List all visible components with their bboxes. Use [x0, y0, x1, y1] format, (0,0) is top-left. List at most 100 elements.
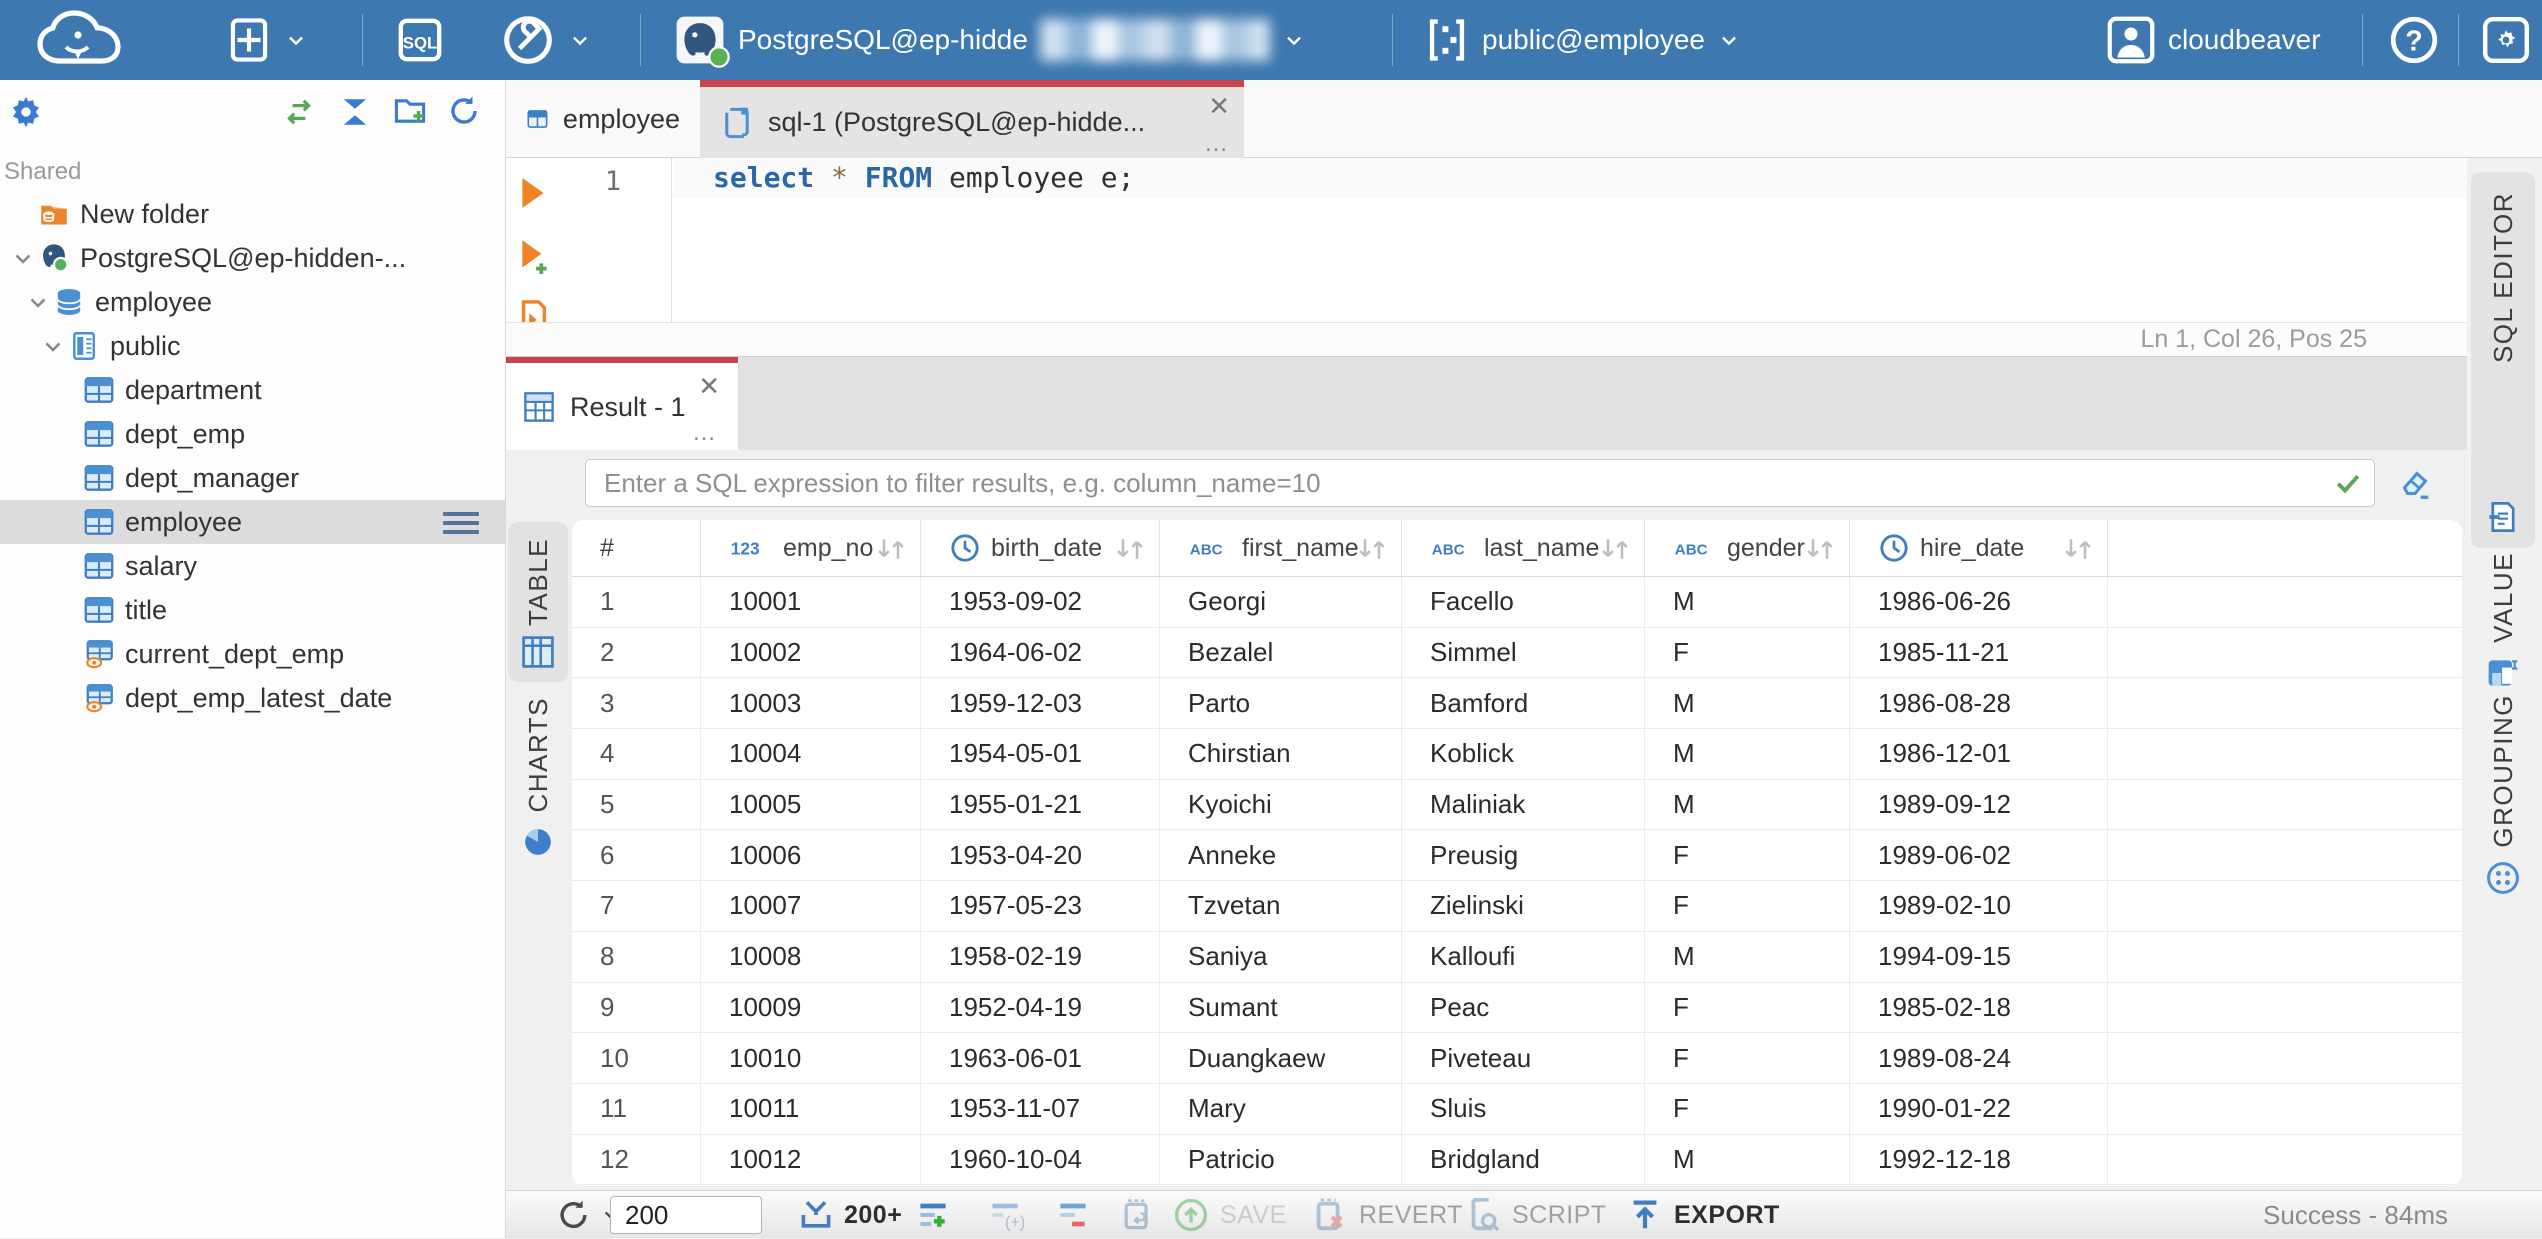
data-cell[interactable]: Zielinski: [1402, 881, 1645, 931]
duplicate-row-button[interactable]: (+): [986, 1191, 1024, 1239]
column-header-first_name[interactable]: ABC first_name: [1160, 520, 1402, 576]
data-cell[interactable]: Bamford: [1402, 678, 1645, 729]
data-cell[interactable]: Piveteau: [1402, 1033, 1645, 1083]
data-cell[interactable]: F: [1645, 982, 1850, 1033]
tab-grouping-panel[interactable]: GROUPING: [2471, 694, 2535, 896]
data-cell[interactable]: M: [1645, 577, 1850, 627]
data-cell[interactable]: 10006: [701, 830, 921, 881]
save-button[interactable]: SAVE: [1172, 1191, 1287, 1239]
sort-arrows-icon[interactable]: [1598, 535, 1632, 563]
chevron-down-icon[interactable]: [38, 333, 68, 359]
data-cell[interactable]: M: [1645, 729, 1850, 779]
row-number-cell[interactable]: 4: [572, 729, 701, 779]
data-cell[interactable]: 1989-06-02: [1850, 830, 2108, 881]
refresh-tree-icon[interactable]: [446, 94, 482, 128]
data-cell[interactable]: 1986-08-28: [1850, 678, 2108, 729]
data-cell[interactable]: 1958-02-19: [921, 931, 1160, 982]
data-cell[interactable]: Tzvetan: [1160, 881, 1402, 931]
data-cell[interactable]: 1986-06-26: [1850, 577, 2108, 627]
data-cell[interactable]: Saniya: [1160, 931, 1402, 982]
data-cell[interactable]: Chirstian: [1160, 729, 1402, 779]
sync-connection-icon[interactable]: [282, 96, 316, 128]
row-number-cell[interactable]: 6: [572, 830, 701, 881]
table-row[interactable]: 1 10001 1953-09-02 Georgi Facello M 1986-06-26: [572, 577, 2462, 628]
schema-selector[interactable]: public@employee: [1424, 0, 1741, 80]
script-button[interactable]: SCRIPT: [1464, 1191, 1607, 1239]
data-cell[interactable]: 1953-11-07: [921, 1083, 1160, 1134]
tree-item-public[interactable]: public: [0, 324, 505, 368]
apply-filter-check-icon[interactable]: [2322, 468, 2374, 498]
tree-item-dept-emp-latest-date[interactable]: dept_emp_latest_date: [0, 676, 505, 720]
tree-item-department[interactable]: department: [0, 368, 505, 412]
data-cell[interactable]: M: [1645, 1134, 1850, 1185]
data-cell[interactable]: Simmel: [1402, 627, 1645, 678]
data-cell[interactable]: Bezalel: [1160, 627, 1402, 678]
row-limit-input[interactable]: [610, 1196, 762, 1234]
row-number-cell[interactable]: 10: [572, 1033, 701, 1083]
tab-sql-editor-panel[interactable]: SQL EDITOR: [2471, 172, 2535, 548]
sort-arrows-icon[interactable]: [1113, 535, 1147, 563]
chevron-down-icon[interactable]: [8, 245, 38, 271]
row-number-cell[interactable]: 9: [572, 982, 701, 1033]
data-cell[interactable]: Duangkaew: [1160, 1033, 1402, 1083]
chevron-down-icon[interactable]: [23, 289, 53, 315]
execute-new-tab-icon[interactable]: [518, 238, 552, 276]
data-cell[interactable]: Facello: [1402, 577, 1645, 627]
collapse-all-icon[interactable]: [338, 96, 372, 128]
code-line-1[interactable]: select * FROM employee e;: [673, 158, 2467, 198]
tree-item-salary[interactable]: salary: [0, 544, 505, 588]
data-cell[interactable]: M: [1645, 931, 1850, 982]
row-number-cell[interactable]: 5: [572, 779, 701, 830]
row-number-cell[interactable]: 12: [572, 1134, 701, 1185]
data-cell[interactable]: 1990-01-22: [1850, 1083, 2108, 1134]
clear-filter-eraser-icon[interactable]: [2396, 464, 2434, 502]
table-row[interactable]: 2 10002 1964-06-02 Bezalel Simmel F 1985-11-21: [572, 627, 2462, 679]
data-cell[interactable]: 10007: [701, 881, 921, 931]
item-actions-menu-icon[interactable]: [443, 512, 479, 539]
row-number-cell[interactable]: 7: [572, 881, 701, 931]
data-cell[interactable]: 10010: [701, 1033, 921, 1083]
data-cell[interactable]: Sumant: [1160, 982, 1402, 1033]
connection-selector[interactable]: PostgreSQL@ep-hidde: [674, 0, 1306, 80]
data-cell[interactable]: M: [1645, 678, 1850, 729]
table-row[interactable]: 9 10009 1952-04-19 Sumant Peac F 1985-02-18: [572, 982, 2462, 1034]
data-cell[interactable]: 10002: [701, 627, 921, 678]
data-cell[interactable]: Kalloufi: [1402, 931, 1645, 982]
tree-item-title[interactable]: title: [0, 588, 505, 632]
execute-query-icon[interactable]: [518, 176, 548, 210]
data-cell[interactable]: F: [1645, 1083, 1850, 1134]
data-cell[interactable]: F: [1645, 881, 1850, 931]
tab-value-panel[interactable]: VALUE: [2471, 552, 2535, 691]
data-cell[interactable]: 1959-12-03: [921, 678, 1160, 729]
sidebar-settings-gear-icon[interactable]: [8, 94, 44, 130]
data-cell[interactable]: 1960-10-04: [921, 1134, 1160, 1185]
data-cell[interactable]: Anneke: [1160, 830, 1402, 881]
table-row[interactable]: 7 10007 1957-05-23 Tzvetan Zielinski F 1989-02…: [572, 881, 2462, 932]
data-cell[interactable]: 1985-11-21: [1850, 627, 2108, 678]
data-cell[interactable]: 1986-12-01: [1850, 729, 2108, 779]
data-cell[interactable]: F: [1645, 830, 1850, 881]
sort-arrows-icon[interactable]: [1355, 535, 1389, 563]
column-header-birth_date[interactable]: birth_date: [921, 520, 1160, 576]
table-row[interactable]: 4 10004 1954-05-01 Chirstian Koblick M 1986-12…: [572, 729, 2462, 780]
column-header-hire_date[interactable]: hire_date: [1850, 520, 2108, 576]
data-cell[interactable]: F: [1645, 627, 1850, 678]
tree-item-employee[interactable]: employee: [0, 500, 505, 544]
data-cell[interactable]: 1989-08-24: [1850, 1033, 2108, 1083]
new-folder-icon[interactable]: [392, 94, 428, 128]
close-icon[interactable]: ✕: [698, 373, 720, 399]
row-number-cell[interactable]: 2: [572, 627, 701, 678]
settings-button[interactable]: [2480, 0, 2532, 80]
generate-script-button[interactable]: [1118, 1191, 1156, 1239]
sql-editor[interactable]: 1 select * FROM employee e;: [506, 158, 2467, 334]
data-cell[interactable]: 10011: [701, 1083, 921, 1134]
data-cell[interactable]: Parto: [1160, 678, 1402, 729]
cloudbeaver-logo-icon[interactable]: [26, 0, 146, 80]
table-row[interactable]: 12 10012 1960-10-04 Patricio Bridgland M 1992-…: [572, 1134, 2462, 1186]
row-number-cell[interactable]: 11: [572, 1083, 701, 1134]
sort-arrows-icon[interactable]: [2061, 535, 2095, 563]
data-cell[interactable]: 10003: [701, 678, 921, 729]
add-row-button[interactable]: [914, 1191, 952, 1239]
help-button[interactable]: ?: [2388, 0, 2440, 80]
tree-item-dept-emp[interactable]: dept_emp: [0, 412, 505, 456]
